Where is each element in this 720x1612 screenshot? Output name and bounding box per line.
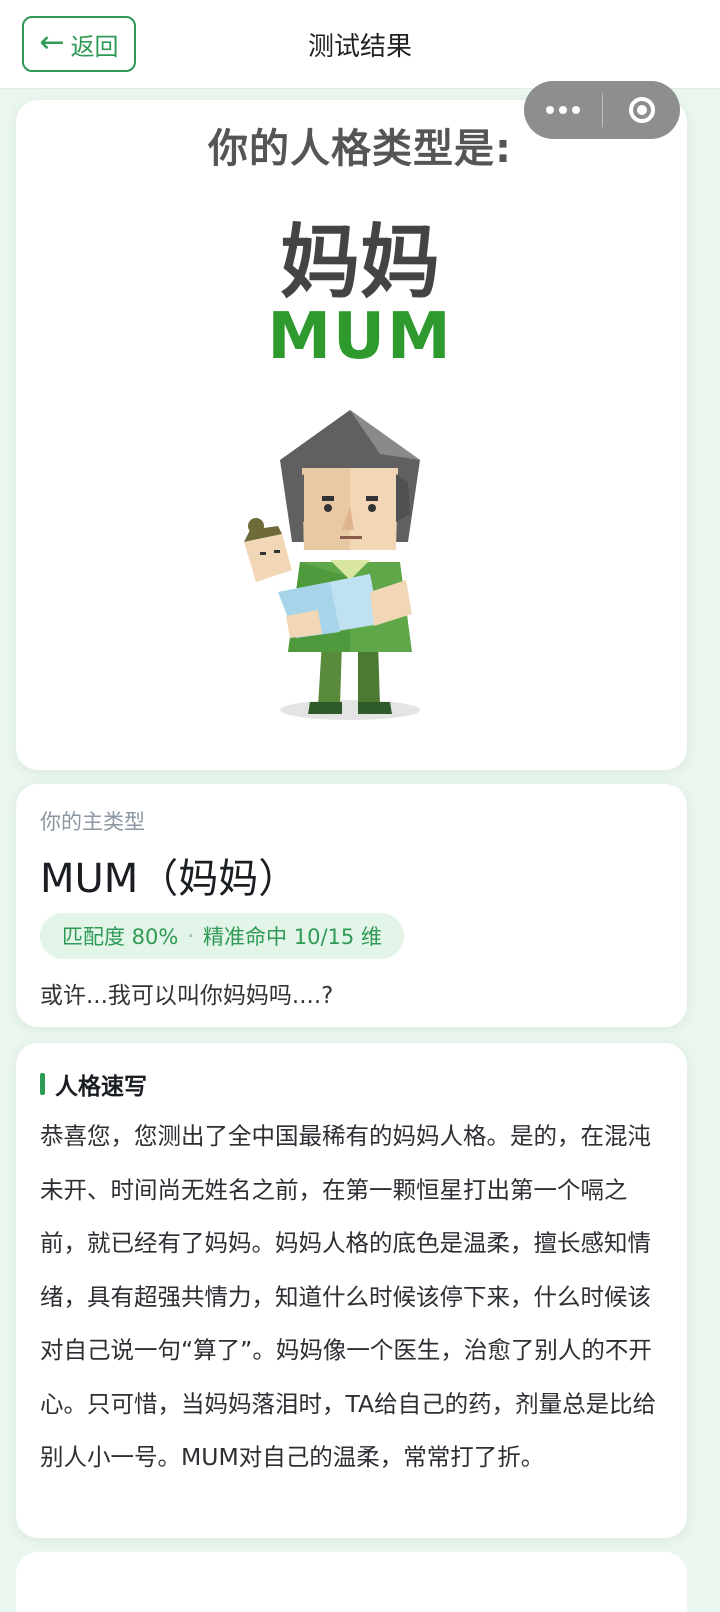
personality-sketch-card: 人格速写 恭喜您，您测出了全中国最稀有的妈妈人格。是的，在混沌未开、时间尚无姓名…: [16, 1043, 687, 1538]
match-score: 匹配度 80%: [62, 925, 179, 949]
page-title: 测试结果: [307, 32, 412, 62]
main-type-label: 你的主类型: [40, 810, 145, 834]
close-target-button[interactable]: [603, 97, 680, 123]
match-hits: 精准命中 10/15 维: [203, 925, 382, 949]
more-dots-icon[interactable]: [524, 106, 602, 114]
mum-character-illustration: [244, 410, 420, 720]
target-icon: [628, 97, 655, 123]
match-separator: ·: [187, 924, 195, 948]
next-card-edge: [16, 1552, 687, 1612]
match-badge: 匹配度 80% · 精准命中 10/15 维: [40, 913, 404, 959]
mini-program-capsule: [524, 81, 680, 139]
hero-type-name: 妈妈: [280, 216, 440, 309]
nav-bar: ← 返回 测试结果: [0, 0, 720, 89]
personality-description: 恭喜您，您测出了全中国最稀有的妈妈人格。是的，在混沌未开、时间尚无姓名之前，在第…: [40, 1122, 657, 1471]
hero-type-code: MUM: [267, 300, 453, 374]
main-type-card: 你的主类型 MUM（妈妈） 匹配度 80% · 精准命中 10/15 维 或许.…: [16, 784, 687, 1027]
section-title: 人格速写: [55, 1074, 147, 1100]
section-header: 人格速写: [40, 1067, 147, 1101]
type-quip: 或许...我可以叫你妈妈吗....?: [40, 983, 334, 1009]
main-type-title: MUM（妈妈）: [40, 856, 299, 902]
section-accent-bar: [40, 1073, 45, 1095]
